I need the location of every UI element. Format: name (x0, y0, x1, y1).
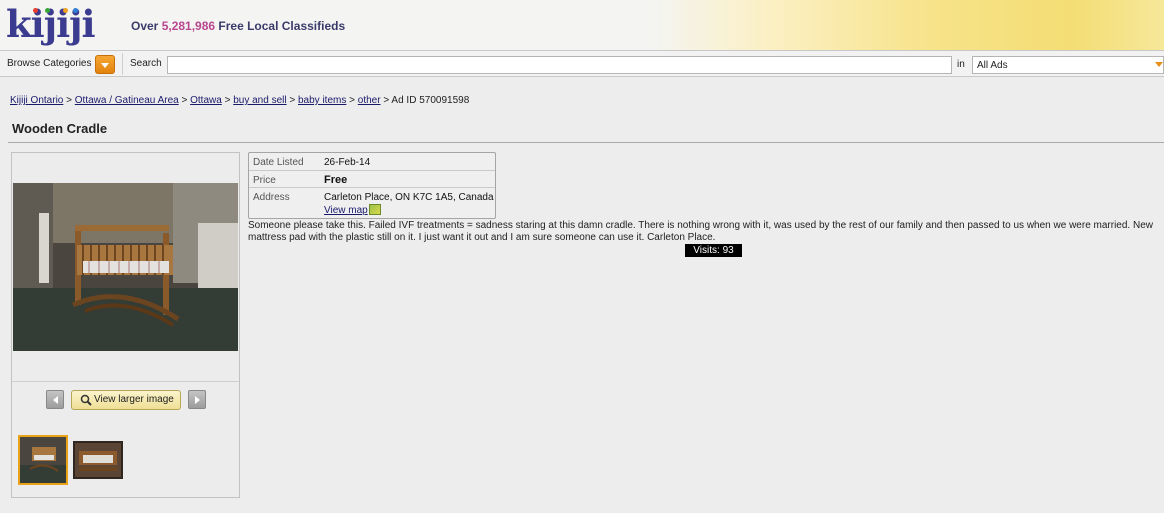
date-listed-row: Date Listed 26-Feb-14 (249, 153, 495, 171)
in-label: in (957, 59, 965, 70)
title-divider (8, 142, 1164, 143)
map-icon[interactable] (369, 204, 381, 215)
kijiji-logo[interactable]: kijiji (6, 2, 96, 46)
visits-counter: Visits: 93 (685, 244, 742, 257)
logo-text: kijiji (6, 2, 96, 46)
previous-image-button[interactable] (46, 390, 64, 409)
price-value: Free (324, 174, 348, 186)
breadcrumb-separator: > (349, 95, 355, 106)
magnifier-icon (80, 394, 92, 406)
date-listed-label: Date Listed (253, 157, 304, 168)
search-input[interactable] (167, 56, 952, 74)
breadcrumb-separator: > (289, 95, 296, 106)
category-select[interactable]: All Ads (972, 56, 1164, 74)
view-larger-label: View larger image (94, 394, 174, 405)
browse-categories-label[interactable]: Browse Categories (7, 58, 91, 69)
thumbnail-1[interactable] (18, 435, 68, 485)
ad-details-table: Date Listed 26-Feb-14 Price Free Address… (248, 152, 496, 219)
logo-dot-green (45, 8, 50, 13)
chevron-down-icon[interactable] (1155, 62, 1163, 67)
logo-dot-red (33, 8, 38, 13)
arrow-right-icon (195, 396, 200, 404)
breadcrumb-kijiji-ontario[interactable]: Kijiji Ontario (10, 95, 63, 106)
next-image-button[interactable] (188, 390, 206, 409)
search-label: Search (130, 58, 162, 69)
browse-categories-dropdown-button[interactable] (95, 55, 115, 74)
category-select-value: All Ads (977, 60, 1008, 71)
view-map-link[interactable]: View map (324, 205, 368, 216)
page-title: Wooden Cradle (12, 121, 108, 136)
tagline-suffix: Free Local Classifieds (215, 19, 346, 33)
price-row: Price Free (249, 171, 495, 188)
breadcrumb-other[interactable]: other (358, 95, 381, 106)
divider (122, 53, 123, 75)
panel-divider (12, 381, 239, 382)
ad-id: Ad ID 570091598 (391, 95, 470, 106)
thumbnail-2[interactable] (73, 441, 123, 479)
logo-dot-yellow (63, 8, 68, 13)
address-label: Address (253, 192, 290, 203)
address-row: Address Carleton Place, ON K7C 1A5, Cana… (249, 188, 495, 218)
breadcrumb-separator: > (181, 95, 188, 106)
breadcrumb-buy-and-sell[interactable]: buy and sell (233, 95, 286, 106)
tagline-prefix: Over (131, 19, 162, 33)
address-value: Carleton Place, ON K7C 1A5, Canada (324, 192, 494, 203)
breadcrumb: Kijiji Ontario > Ottawa / Gatineau Area … (10, 95, 469, 106)
price-label: Price (253, 175, 276, 186)
view-larger-image-button[interactable]: View larger image (71, 390, 181, 410)
site-header: kijiji Over 5,281,986 Free Local Classif… (0, 0, 1164, 50)
main-photo[interactable] (13, 183, 238, 351)
logo-dot-blue (73, 8, 78, 13)
breadcrumb-ottawa-gatineau[interactable]: Ottawa / Gatineau Area (75, 95, 179, 106)
search-bar: Browse Categories Search in All Ads (0, 50, 1164, 77)
ad-count: 5,281,986 (161, 19, 216, 33)
breadcrumb-ottawa[interactable]: Ottawa (190, 95, 222, 106)
arrow-left-icon (53, 396, 58, 404)
date-listed-value: 26-Feb-14 (324, 157, 371, 168)
image-gallery: View larger image (11, 152, 240, 498)
breadcrumb-separator: > (66, 95, 72, 106)
ad-description: Someone please take this. Failed IVF tre… (248, 220, 1153, 243)
tagline: Over 5,281,986 Free Local Classifieds (131, 19, 345, 33)
breadcrumb-separator: > (383, 95, 390, 106)
breadcrumb-separator: > (224, 95, 231, 106)
breadcrumb-baby-items[interactable]: baby items (298, 95, 346, 106)
